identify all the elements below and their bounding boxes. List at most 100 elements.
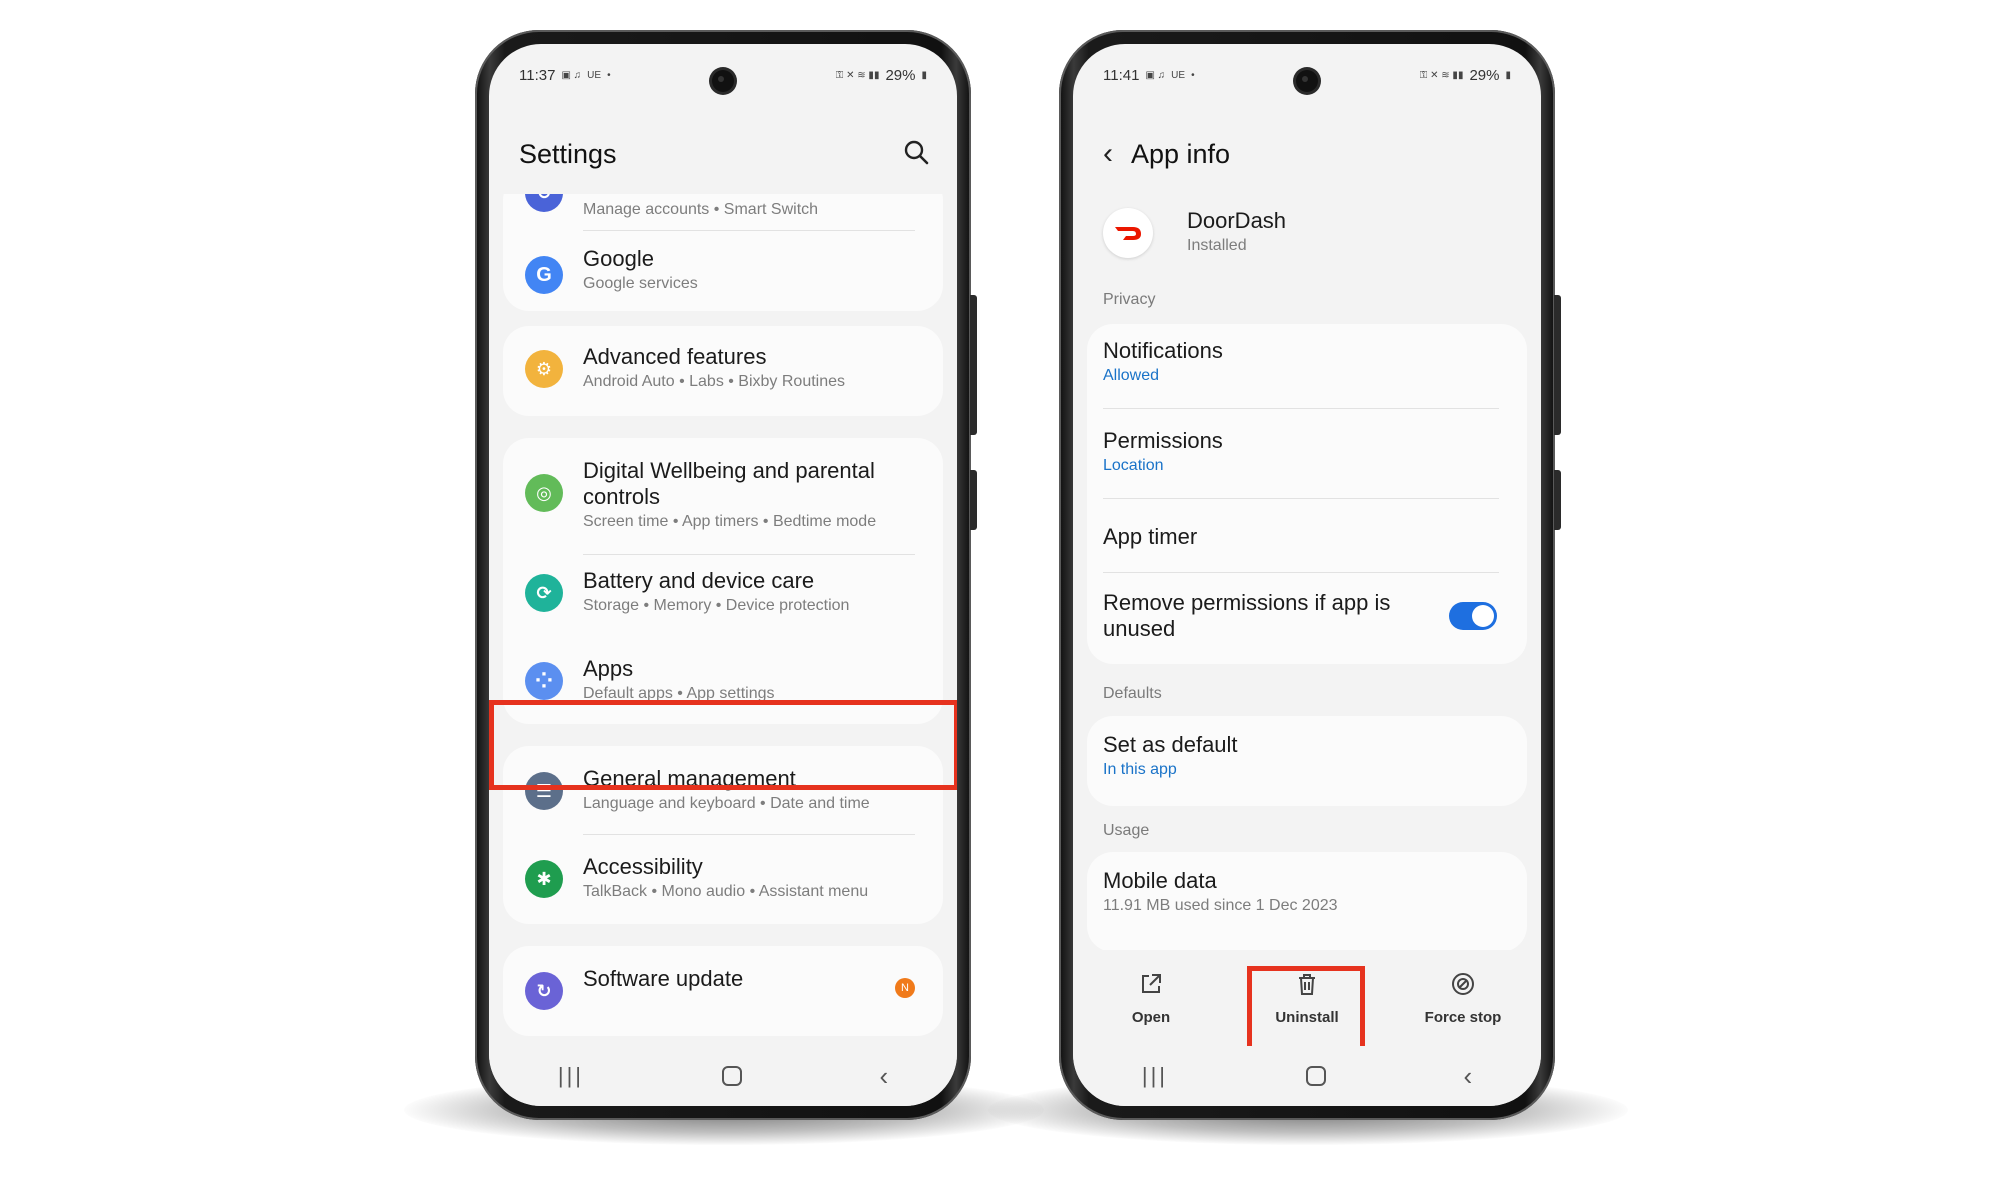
settings-item-battery[interactable]: ⟳ Battery and device care Storage • Memo… [503,568,943,624]
battery-percent: 29% [885,66,916,84]
apps-icon: ⁘ [525,662,563,700]
settings-item-subtitle: Google services [583,275,698,292]
item-subtitle: Location [1103,457,1164,474]
back-arrow-icon[interactable]: ‹ [1103,139,1113,169]
page-title: Settings [519,138,617,169]
settings-item-accounts[interactable]: ↻ Manage accounts • Smart Switch [503,194,943,224]
settings-item-accessibility[interactable]: ✱ Accessibility TalkBack • Mono audio • … [503,854,943,910]
uninstall-highlight-box [1247,966,1365,1058]
settings-item-subtitle: TalkBack • Mono audio • Assistant menu [583,883,869,900]
new-badge: N [895,978,915,998]
battery-care-icon: ⟳ [525,574,563,612]
doordash-logo-icon [1103,208,1153,258]
section-label-privacy: Privacy [1103,291,1156,308]
carrier-label: UE [587,69,602,81]
settings-item-title: Accessibility [583,854,703,879]
item-title: App timer [1103,524,1198,549]
status-bar: 11:41 ▣ ♫ UE • ⚿ ✕ ≋ ▮▮ 29% ▮ [1103,66,1511,84]
settings-screen: 11:37 ▣ ♫ UE • ⚿ ✕ ≋ ▮▮ 29% ▮ Settings ↻ [489,44,957,1106]
settings-item-title: Advanced features [583,344,767,369]
gear-icon: ⚙ [525,350,563,388]
app-install-status: Installed [1187,237,1247,254]
settings-item-title: Battery and device care [583,568,815,593]
section-label-defaults: Defaults [1103,685,1162,702]
app-header: DoorDash Installed [1103,204,1511,264]
navigation-bar: ||| ‹ [1073,1046,1541,1106]
settings-item-title: Google [583,246,654,271]
open-button[interactable]: Open [1091,971,1211,1026]
app-info-item-permissions[interactable]: Permissions Location [1087,428,1527,484]
app-info-item-notifications[interactable]: Notifications Allowed [1087,338,1527,394]
item-title: Mobile data [1103,868,1217,893]
battery-icon: ▮ [921,69,927,81]
right-phone: 11:41 ▣ ♫ UE • ⚿ ✕ ≋ ▮▮ 29% ▮ ‹ App info… [1059,30,1561,1120]
settings-item-title: Digital Wellbeing and parental controls [583,458,875,509]
item-title: Notifications [1103,338,1223,363]
app-info-item-remove-permissions[interactable]: Remove permissions if app is unused [1087,590,1527,646]
navigation-bar: ||| ‹ [489,1046,957,1106]
settings-card: ⚙ Advanced features Android Auto • Labs … [503,326,943,416]
defaults-card: Set as default In this app [1087,716,1527,806]
settings-list[interactable]: ↻ Manage accounts • Smart Switch G Googl… [489,194,957,1046]
force-stop-icon [1403,971,1523,1003]
signal-icons: ⚿ ✕ ≋ ▮▮ [835,69,880,81]
open-external-icon [1091,971,1211,1003]
apps-highlight-box [489,700,957,790]
app-info-item-set-as-default[interactable]: Set as default In this app [1087,732,1527,788]
settings-item-digital-wellbeing[interactable]: ◎ Digital Wellbeing and parental control… [503,458,943,538]
settings-item-title: Apps [583,656,634,681]
home-icon[interactable] [721,1066,742,1086]
privacy-card: Notifications Allowed Permissions Locati… [1087,324,1527,664]
item-subtitle: 11.91 MB used since 1 Dec 2023 [1103,897,1338,914]
settings-item-subtitle: Android Auto • Labs • Bixby Routines [583,373,846,390]
carrier-label: UE [1171,69,1186,81]
app-info-screen: 11:41 ▣ ♫ UE • ⚿ ✕ ≋ ▮▮ 29% ▮ ‹ App info… [1073,44,1541,1106]
item-subtitle: In this app [1103,761,1177,778]
notification-icons: ▣ ♫ [1145,69,1166,81]
item-title: Set as default [1103,732,1238,757]
home-icon[interactable] [1305,1066,1326,1086]
left-phone: 11:37 ▣ ♫ UE • ⚿ ✕ ≋ ▮▮ 29% ▮ Settings ↻ [475,30,977,1120]
app-info-header: ‹ App info [1103,132,1513,176]
page-title: App info [1131,138,1231,169]
settings-card: ◎ Digital Wellbeing and parental control… [503,438,943,724]
section-label-usage: Usage [1103,822,1150,839]
recent-apps-icon[interactable]: ||| [1142,1063,1168,1089]
signal-icons: ⚿ ✕ ≋ ▮▮ [1419,69,1464,81]
settings-item-subtitle: Screen time • App timers • Bedtime mode [583,513,877,530]
accounts-icon: ↻ [525,194,563,212]
settings-item-subtitle: Storage • Memory • Device protection [583,597,850,614]
force-stop-button[interactable]: Force stop [1403,971,1523,1026]
battery-icon: ▮ [1505,69,1511,81]
open-label: Open [1131,1008,1171,1026]
back-icon[interactable]: ‹ [879,1061,888,1092]
app-name: DoorDash [1187,208,1287,233]
back-icon[interactable]: ‹ [1463,1061,1472,1092]
app-info-item-mobile-data[interactable]: Mobile data 11.91 MB used since 1 Dec 20… [1087,868,1527,924]
notification-icons: ▣ ♫ [561,69,582,81]
settings-card: ↻ Software update N [503,946,943,1036]
settings-item-subtitle: Language and keyboard • Date and time [583,795,870,812]
google-icon: G [525,256,563,294]
settings-item-google[interactable]: G Google Google services [503,242,943,302]
item-subtitle: Allowed [1103,367,1160,384]
item-title: Remove permissions if app is unused [1103,590,1391,641]
battery-percent: 29% [1469,66,1500,84]
wellbeing-icon: ◎ [525,474,563,512]
status-bar: 11:37 ▣ ♫ UE • ⚿ ✕ ≋ ▮▮ 29% ▮ [519,66,927,84]
search-icon[interactable] [903,139,929,170]
status-time: 11:41 [1103,66,1140,84]
app-info-item-app-timer[interactable]: App timer [1087,520,1527,560]
force-stop-label: Force stop [1424,1008,1502,1026]
settings-card: ↻ Manage accounts • Smart Switch G Googl… [503,194,943,311]
item-title: Permissions [1103,428,1223,453]
settings-item-title: Software update [583,966,744,991]
usage-card: Mobile data 11.91 MB used since 1 Dec 20… [1087,852,1527,952]
recent-apps-icon[interactable]: ||| [558,1063,584,1089]
status-time: 11:37 [519,66,556,84]
settings-header: Settings [519,132,929,176]
remove-permissions-toggle[interactable] [1449,602,1497,630]
settings-item-advanced-features[interactable]: ⚙ Advanced features Android Auto • Labs … [503,344,943,400]
software-update-icon: ↻ [525,972,563,1010]
settings-item-software-update[interactable]: ↻ Software update N [503,966,943,1010]
